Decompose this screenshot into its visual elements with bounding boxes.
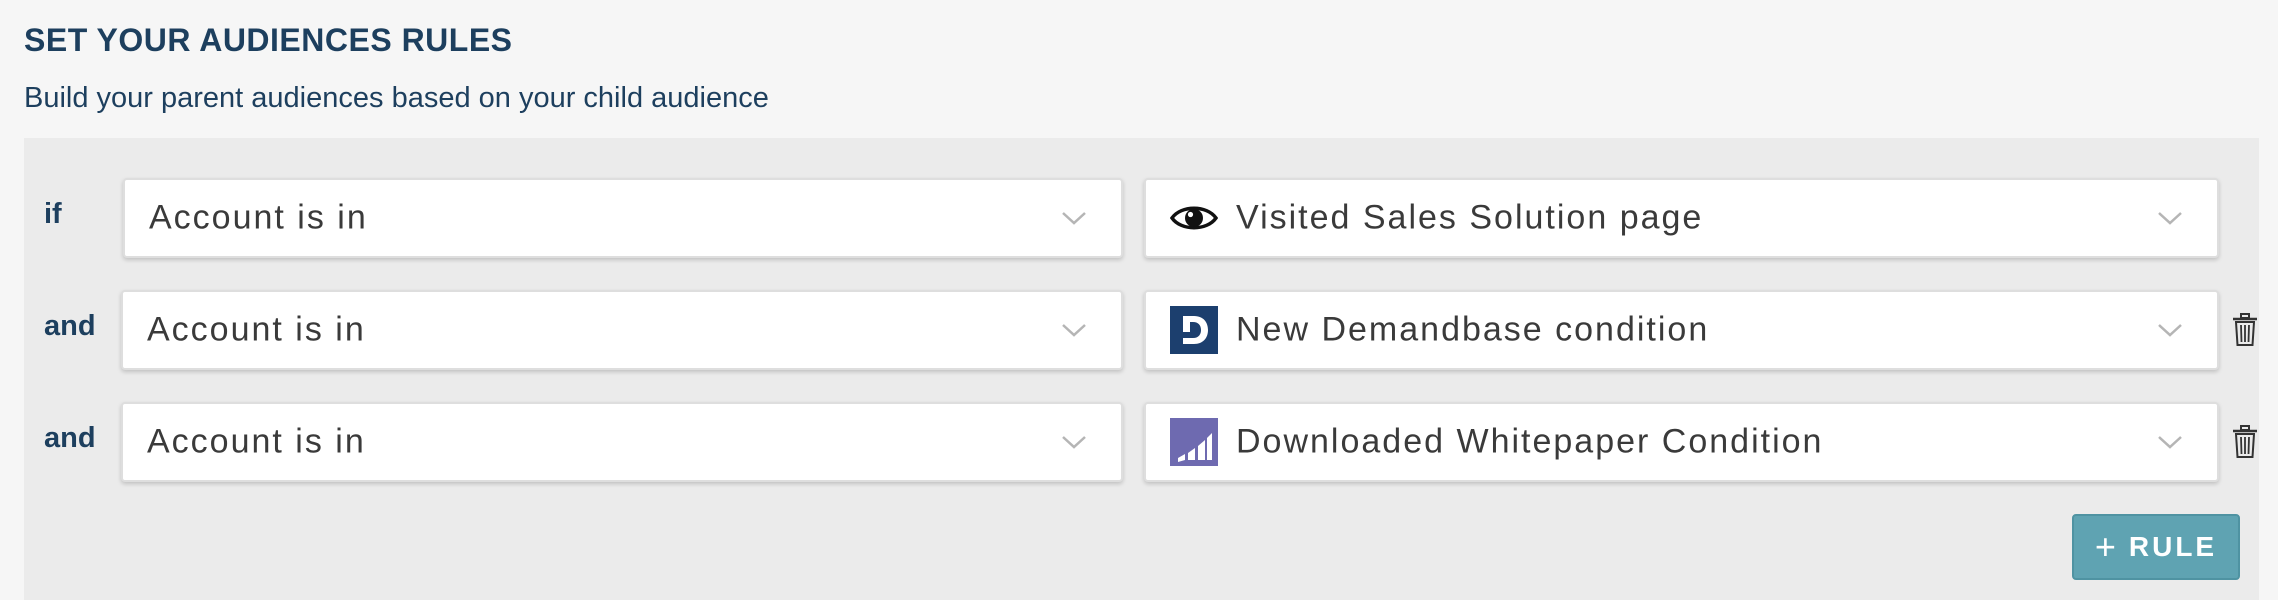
page-subtitle: Build your parent audiences based on you… — [24, 82, 769, 114]
relation-select-value: Account is in — [149, 198, 368, 237]
chevron-down-icon — [2158, 436, 2182, 449]
trash-icon[interactable] — [2232, 425, 2258, 459]
condition-select[interactable]: Visited Sales Solution page — [1144, 178, 2219, 258]
condition-select-value: New Demandbase condition — [1236, 310, 1710, 349]
add-rule-button[interactable]: + RULE — [2072, 514, 2240, 580]
relation-select[interactable]: Account is in — [123, 178, 1123, 258]
rules-panel: if Account is in Visited Sales Solution … — [24, 138, 2259, 600]
rule-operator: and — [44, 310, 96, 342]
plus-icon: + — [2094, 526, 2119, 567]
chevron-down-icon — [1062, 436, 1086, 449]
demandbase-logo-icon — [1170, 306, 1218, 354]
condition-select[interactable]: New Demandbase condition — [1144, 290, 2219, 370]
marketo-logo-icon — [1170, 418, 1218, 466]
add-rule-label: RULE — [2128, 531, 2218, 562]
page-title: SET YOUR AUDIENCES RULES — [24, 22, 513, 58]
rule-operator: and — [44, 422, 96, 454]
chevron-down-icon — [2158, 212, 2182, 225]
relation-select-value: Account is in — [147, 310, 366, 349]
rule-operator: if — [44, 198, 62, 230]
relation-select[interactable]: Account is in — [121, 290, 1123, 370]
chevron-down-icon — [1062, 212, 1086, 225]
relation-select[interactable]: Account is in — [121, 402, 1123, 482]
chevron-down-icon — [1062, 324, 1086, 337]
eye-icon — [1170, 206, 1218, 230]
trash-icon[interactable] — [2232, 313, 2258, 347]
chevron-down-icon — [2158, 324, 2182, 337]
condition-select[interactable]: Downloaded Whitepaper Condition — [1144, 402, 2219, 482]
condition-select-value: Downloaded Whitepaper Condition — [1236, 422, 1824, 461]
condition-select-value: Visited Sales Solution page — [1236, 198, 1704, 237]
relation-select-value: Account is in — [147, 422, 366, 461]
